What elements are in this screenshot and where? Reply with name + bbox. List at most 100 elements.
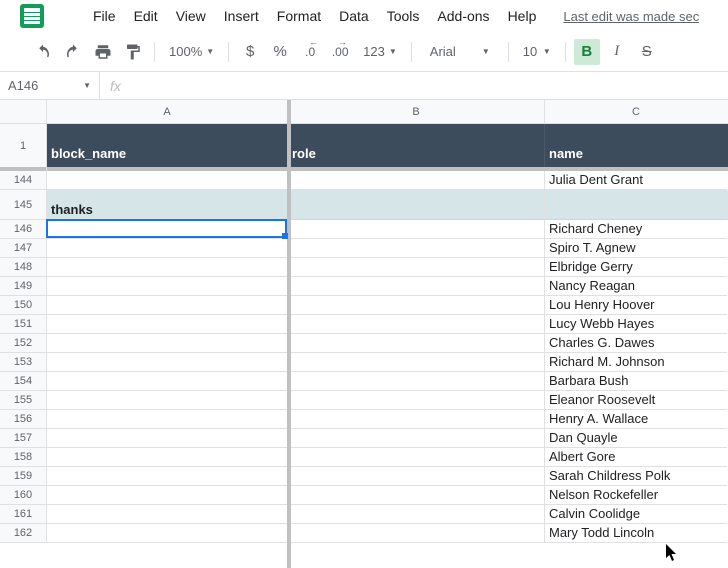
cell[interactable]: Calvin Coolidge	[545, 505, 727, 524]
row-header[interactable]: 161	[0, 505, 46, 524]
cell[interactable]	[288, 429, 545, 448]
cell[interactable]	[288, 190, 545, 220]
menu-edit[interactable]: Edit	[125, 4, 167, 28]
cell[interactable]	[288, 353, 545, 372]
row-header[interactable]: 162	[0, 524, 46, 543]
cell[interactable]	[47, 239, 288, 258]
menu-view[interactable]: View	[167, 4, 215, 28]
cell[interactable]: Spiro T. Agnew	[545, 239, 727, 258]
last-edit-link[interactable]: Last edit was made sec	[563, 9, 699, 24]
cell[interactable]	[288, 277, 545, 296]
cell[interactable]	[288, 334, 545, 353]
cell[interactable]	[47, 410, 288, 429]
cell[interactable]: Lucy Webb Hayes	[545, 315, 727, 334]
cell[interactable]	[47, 315, 288, 334]
cell[interactable]: Richard M. Johnson	[545, 353, 727, 372]
column-header-a[interactable]: A	[47, 100, 288, 123]
cell[interactable]: Nelson Rockefeller	[545, 486, 727, 505]
italic-button[interactable]: I	[604, 39, 630, 65]
row-header[interactable]: 156	[0, 410, 46, 429]
print-button[interactable]	[90, 39, 116, 65]
cell[interactable]: Dan Quayle	[545, 429, 727, 448]
row-header[interactable]: 148	[0, 258, 46, 277]
cell[interactable]: thanks	[47, 190, 288, 220]
cell[interactable]	[288, 524, 545, 543]
cell[interactable]	[288, 391, 545, 410]
cell[interactable]	[47, 277, 288, 296]
cell[interactable]	[288, 467, 545, 486]
cell[interactable]	[47, 448, 288, 467]
cell[interactable]: Albert Gore	[545, 448, 727, 467]
cell[interactable]	[288, 220, 545, 239]
row-header-1[interactable]: 1	[0, 124, 46, 171]
spreadsheet-grid[interactable]: A B C 1 14414514614714814915015115215315…	[0, 100, 728, 568]
cell[interactable]	[288, 486, 545, 505]
cell[interactable]	[288, 448, 545, 467]
percent-button[interactable]: %	[267, 39, 293, 65]
cell[interactable]: Julia Dent Grant	[545, 171, 727, 190]
row-header[interactable]: 147	[0, 239, 46, 258]
cell[interactable]	[47, 171, 288, 190]
menu-format[interactable]: Format	[268, 4, 330, 28]
cell[interactable]	[47, 220, 288, 239]
row-header[interactable]: 145	[0, 190, 46, 220]
select-all-corner[interactable]	[0, 100, 47, 124]
cell[interactable]: Lou Henry Hoover	[545, 296, 727, 315]
cell-header-c[interactable]: name	[545, 124, 727, 167]
cell[interactable]: Barbara Bush	[545, 372, 727, 391]
row-header[interactable]: 149	[0, 277, 46, 296]
row-header[interactable]: 154	[0, 372, 46, 391]
cell[interactable]: Sarah Childress Polk	[545, 467, 727, 486]
cell[interactable]: Henry A. Wallace	[545, 410, 727, 429]
name-box[interactable]: A146▼	[0, 72, 100, 99]
row-header[interactable]: 144	[0, 171, 46, 190]
menu-addons[interactable]: Add-ons	[428, 4, 498, 28]
row-header[interactable]: 146	[0, 220, 46, 239]
cell[interactable]	[288, 171, 545, 190]
number-format-dropdown[interactable]: 123▼	[357, 39, 403, 65]
menu-data[interactable]: Data	[330, 4, 378, 28]
font-size-dropdown[interactable]: 10▼	[517, 39, 557, 65]
font-dropdown[interactable]: Arial▼	[420, 39, 500, 65]
row-header[interactable]: 153	[0, 353, 46, 372]
undo-button[interactable]	[30, 39, 56, 65]
freeze-bar-vertical[interactable]	[287, 100, 291, 568]
cell[interactable]	[47, 505, 288, 524]
cell[interactable]	[47, 334, 288, 353]
cell[interactable]	[47, 429, 288, 448]
cell[interactable]: Mary Todd Lincoln	[545, 524, 727, 543]
paint-format-button[interactable]	[120, 39, 146, 65]
column-header-c[interactable]: C	[545, 100, 727, 123]
cell[interactable]	[288, 258, 545, 277]
decrease-decimal-button[interactable]: .0←	[297, 39, 323, 65]
cell[interactable]	[47, 467, 288, 486]
cell[interactable]	[47, 296, 288, 315]
cell[interactable]	[47, 372, 288, 391]
menu-help[interactable]: Help	[499, 4, 546, 28]
cell[interactable]	[288, 505, 545, 524]
cell[interactable]: Nancy Reagan	[545, 277, 727, 296]
formula-input[interactable]	[131, 72, 728, 99]
row-header[interactable]: 160	[0, 486, 46, 505]
cell[interactable]: Elbridge Gerry	[545, 258, 727, 277]
cell[interactable]	[47, 391, 288, 410]
cell[interactable]	[47, 486, 288, 505]
cell[interactable]	[288, 372, 545, 391]
zoom-dropdown[interactable]: 100%▼	[163, 39, 220, 65]
cell[interactable]	[47, 258, 288, 277]
cell[interactable]	[288, 410, 545, 429]
row-header[interactable]: 157	[0, 429, 46, 448]
row-header[interactable]: 151	[0, 315, 46, 334]
row-header[interactable]: 159	[0, 467, 46, 486]
redo-button[interactable]	[60, 39, 86, 65]
increase-decimal-button[interactable]: .00→	[327, 39, 353, 65]
row-header[interactable]: 152	[0, 334, 46, 353]
cell[interactable]: Richard Cheney	[545, 220, 727, 239]
currency-button[interactable]: $	[237, 39, 263, 65]
row-header[interactable]: 150	[0, 296, 46, 315]
strikethrough-button[interactable]: S	[634, 39, 660, 65]
cell[interactable]	[545, 190, 727, 220]
cell[interactable]	[47, 524, 288, 543]
cell[interactable]	[288, 315, 545, 334]
cell-header-b[interactable]: role	[288, 124, 545, 167]
